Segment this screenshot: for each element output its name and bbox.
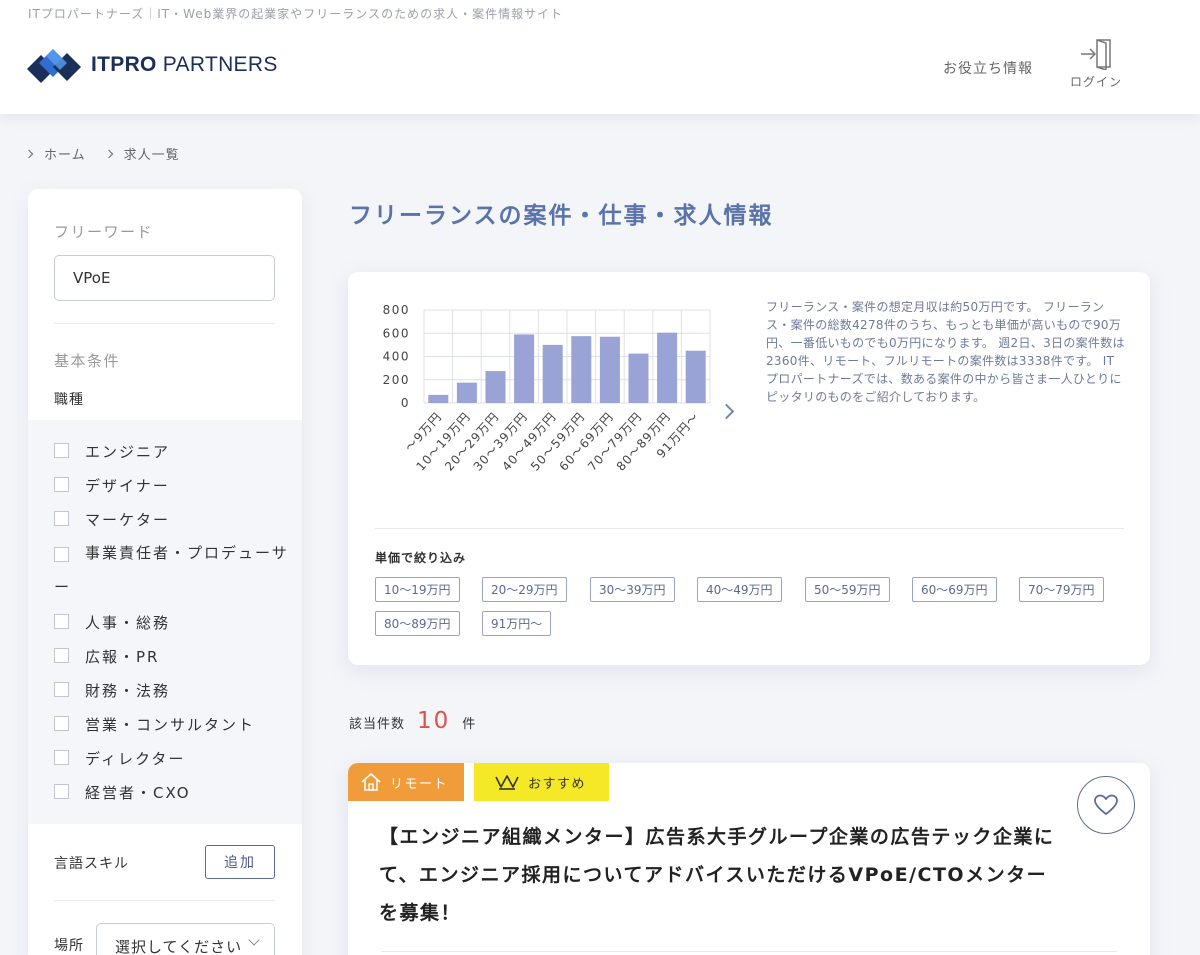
y-tick-label: 400 <box>383 350 410 364</box>
price-filter-10-19[interactable]: 10〜19万円 <box>375 577 460 602</box>
salary-summary: フリーランス・案件の想定月収は約50万円です。 フリーランス・案件の総数4278… <box>766 300 1125 404</box>
checkbox[interactable] <box>54 614 69 629</box>
chart-bar <box>571 336 592 403</box>
freeword-input[interactable] <box>54 255 275 301</box>
chart-bar <box>542 344 563 403</box>
site-header: ITプロパートナーズ｜IT・Web業界の起業家やフリーランスのための求人・案件情… <box>0 0 1200 114</box>
category-sales-consultant[interactable]: 営業・コンサルタント <box>54 714 255 735</box>
language-skill-label: 言語スキル <box>54 856 129 872</box>
place-select-value: 選択してください <box>115 937 243 955</box>
nav-useful-info[interactable]: お役立ち情報 <box>943 58 1033 78</box>
category-hr[interactable]: 人事・総務 <box>54 612 170 633</box>
basic-conditions-label: 基本条件 <box>54 352 121 370</box>
category-executive[interactable]: 経営者・CXO <box>54 782 191 803</box>
chart-bar <box>456 382 477 403</box>
divider <box>54 900 275 901</box>
job-type-label: 職種 <box>54 392 84 408</box>
price-filter-title: 単価で絞り込み <box>375 551 467 565</box>
logo-text: ITPRO PARTNERS <box>91 53 278 76</box>
page-title: フリーランスの案件・仕事・求人情報 <box>349 203 774 229</box>
checkbox[interactable] <box>54 648 69 663</box>
checkbox[interactable] <box>54 547 69 562</box>
chevron-down-icon <box>248 934 260 946</box>
category-marketer[interactable]: マーケター <box>54 509 170 530</box>
category-designer[interactable]: デザイナー <box>54 475 170 496</box>
crown-icon <box>495 775 519 790</box>
checkbox[interactable] <box>54 784 69 799</box>
chart-bar <box>628 353 649 403</box>
result-count: 該当件数 10 件 <box>349 708 476 734</box>
checkbox[interactable] <box>54 443 69 458</box>
heart-icon <box>1094 794 1118 815</box>
chart-bar <box>514 334 535 403</box>
result-count-prefix: 該当件数 <box>349 717 406 732</box>
chart-bar <box>657 332 678 403</box>
result-count-value: 10 <box>417 708 451 734</box>
y-tick-label: 0 <box>401 396 410 410</box>
chart-bar <box>599 336 620 403</box>
price-filter-91-plus[interactable]: 91万円〜 <box>482 611 552 636</box>
category-pr[interactable]: 広報・PR <box>54 646 159 667</box>
logo-icon <box>27 49 81 83</box>
breadcrumb: ホーム 求人一覧 <box>24 144 200 163</box>
job-type-list: エンジニア デザイナー マーケター 事業責任者・プロデューサー 人事・総務 広報… <box>28 420 302 824</box>
job-title[interactable]: 【エンジニア組織メンター】広告系大手グループ企業の広告テック企業にて、エンジニア… <box>379 818 1059 932</box>
chart-bar <box>685 350 706 403</box>
chevron-right-icon <box>104 149 113 158</box>
login-button[interactable]: ログイン <box>1066 38 1126 90</box>
checkbox[interactable] <box>54 682 69 697</box>
site-tagline: ITプロパートナーズ｜IT・Web業界の起業家やフリーランスのための求人・案件情… <box>28 7 564 21</box>
category-engineer[interactable]: エンジニア <box>54 441 170 462</box>
divider <box>381 951 1117 952</box>
price-filter-20-29[interactable]: 20〜29万円 <box>482 577 567 602</box>
price-filter-60-69[interactable]: 60〜69万円 <box>912 577 997 602</box>
breadcrumb-job-list[interactable]: 求人一覧 <box>124 144 180 163</box>
result-count-suffix: 件 <box>462 717 477 732</box>
breadcrumb-home[interactable]: ホーム <box>44 144 86 163</box>
checkbox[interactable] <box>54 477 69 492</box>
chart-bar <box>428 394 449 403</box>
checkbox[interactable] <box>54 716 69 731</box>
y-tick-label: 800 <box>383 303 410 317</box>
search-sidebar: フリーワード 基本条件 職種 エンジニア デザイナー マーケター 事業責任者・プ… <box>28 189 302 955</box>
home-icon <box>361 772 381 791</box>
recommend-tag: おすすめ <box>474 763 609 801</box>
chevron-right-icon <box>24 149 34 158</box>
place-select[interactable]: 選択してください <box>96 923 275 955</box>
divider <box>375 528 1124 529</box>
favorite-button[interactable] <box>1077 776 1135 834</box>
checkbox[interactable] <box>54 750 69 765</box>
chart-bar <box>485 371 506 403</box>
price-filter-50-59[interactable]: 50〜59万円 <box>805 577 890 602</box>
price-filter-40-49[interactable]: 40〜49万円 <box>697 577 782 602</box>
price-filter-30-39[interactable]: 30〜39万円 <box>590 577 675 602</box>
job-card[interactable]: リモート おすすめ 【エンジニア組織メンター】広告系大手グループ企業の広告テック… <box>348 763 1150 955</box>
y-tick-label: 600 <box>383 326 410 340</box>
salary-chart-card: 0 200 400 600 800 〜9万円 10〜19万円 20〜29万円 30〜39万円 40… <box>348 272 1150 665</box>
divider <box>54 323 275 324</box>
salary-bar-chart: 0200400600800〜9万円10〜19万円20〜29万円30〜39万円40… <box>383 303 711 474</box>
category-producer[interactable]: 事業責任者・プロデューサー <box>54 536 294 604</box>
category-director[interactable]: ディレクター <box>54 748 185 769</box>
add-language-button[interactable]: 追加 <box>205 845 275 879</box>
price-filter-80-89[interactable]: 80〜89万円 <box>375 611 460 636</box>
login-icon <box>1081 39 1111 70</box>
site-logo[interactable]: ITPRO PARTNERS <box>27 47 278 83</box>
place-label: 場所 <box>54 938 84 954</box>
checkbox[interactable] <box>54 511 69 526</box>
remote-tag: リモート <box>348 763 464 801</box>
price-filter-70-79[interactable]: 70〜79万円 <box>1019 577 1104 602</box>
y-tick-label: 200 <box>383 373 410 387</box>
login-label: ログイン <box>1069 75 1122 89</box>
category-finance-legal[interactable]: 財務・法務 <box>54 680 170 701</box>
freeword-label: フリーワード <box>54 223 154 241</box>
